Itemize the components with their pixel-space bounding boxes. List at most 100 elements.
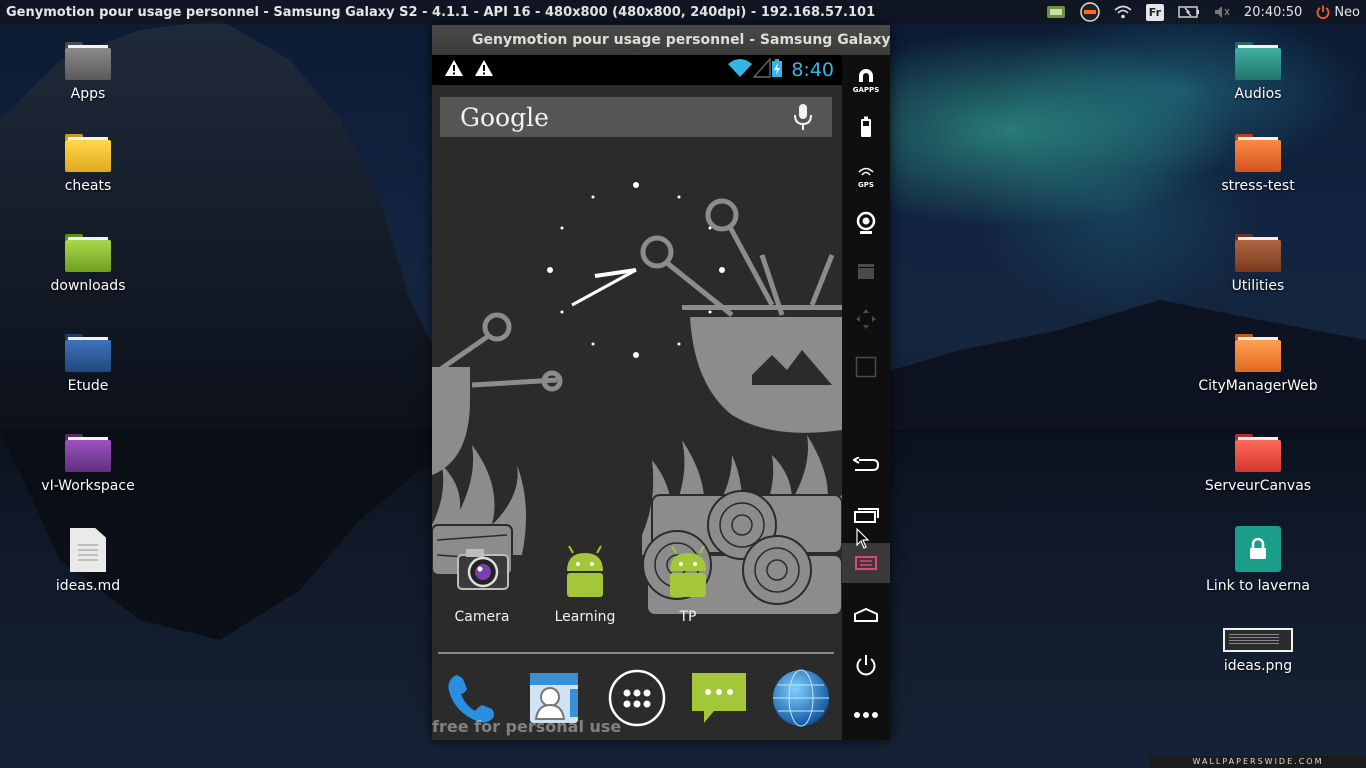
active-window-title: Genymotion pour usage personnel - Samsun… bbox=[6, 4, 876, 20]
window-title: Genymotion pour usage personnel - Samsun… bbox=[472, 32, 890, 48]
clapperboard-icon bbox=[858, 264, 874, 279]
desktop-icon-label: ServeurCanvas bbox=[1204, 478, 1312, 494]
desktop-folder-cheats[interactable]: cheats bbox=[18, 134, 158, 194]
phone-wallpaper-art bbox=[432, 182, 842, 616]
folder-icon bbox=[1235, 234, 1281, 272]
app-shortcut-label: Camera bbox=[454, 609, 510, 625]
wifi-icon[interactable] bbox=[1114, 0, 1132, 24]
desktop-folder-etude[interactable]: Etude bbox=[18, 334, 158, 394]
home-button[interactable] bbox=[842, 595, 890, 635]
messaging-icon[interactable] bbox=[688, 667, 750, 729]
window-titlebar[interactable]: Genymotion pour usage personnel - Samsun… bbox=[432, 25, 890, 55]
image-thumbnail-icon bbox=[1223, 628, 1293, 652]
desktop-file-ideas-png[interactable]: ideas.png bbox=[1188, 628, 1328, 674]
desktop-icon-label: stress-test bbox=[1221, 178, 1295, 194]
keyboard-layout-indicator[interactable]: Fr bbox=[1145, 0, 1164, 24]
status-icons: 8:40 bbox=[727, 55, 834, 85]
desktop-folder-citymanagerweb[interactable]: CityManagerWeb bbox=[1188, 334, 1328, 394]
folder-icon bbox=[65, 334, 111, 372]
cell-signal-icon bbox=[752, 57, 772, 82]
webcam-icon bbox=[856, 211, 876, 234]
camera-icon bbox=[452, 541, 512, 601]
status-clock: 8:40 bbox=[791, 59, 834, 81]
desktop-icon-label: ideas.md bbox=[55, 578, 121, 594]
power-icon[interactable] bbox=[1316, 0, 1330, 24]
device-id-widget-button[interactable] bbox=[842, 347, 890, 387]
desktop-icon-label: Link to laverna bbox=[1206, 578, 1310, 594]
mouse-cursor-icon bbox=[856, 528, 870, 549]
desktop-icon-label: CityManagerWeb bbox=[1198, 378, 1318, 394]
user-menu[interactable]: Neo bbox=[1334, 0, 1360, 24]
power-icon bbox=[856, 655, 876, 676]
desktop-icon-label: Audios bbox=[1234, 86, 1282, 102]
folder-icon bbox=[65, 234, 111, 272]
battery-icon[interactable] bbox=[1178, 0, 1200, 24]
top-panel: Genymotion pour usage personnel - Samsun… bbox=[0, 0, 1366, 24]
microphone-icon[interactable] bbox=[792, 103, 814, 135]
wifi-signal-icon bbox=[727, 58, 753, 82]
desktop-icon-label: Utilities bbox=[1231, 278, 1285, 294]
menu-icon bbox=[855, 556, 877, 570]
folder-icon bbox=[1235, 42, 1281, 80]
folder-icon bbox=[1235, 134, 1281, 172]
clock[interactable]: 20:40:50 bbox=[1244, 0, 1302, 24]
lock-icon bbox=[1235, 526, 1281, 572]
battery-icon bbox=[861, 116, 871, 137]
home-icon bbox=[854, 608, 878, 622]
network-indicator-icon[interactable] bbox=[1046, 0, 1066, 24]
more-dots-icon bbox=[854, 712, 878, 718]
app-shortcut-label: Learning bbox=[554, 609, 616, 625]
desktop-icon-label: Apps bbox=[70, 86, 106, 102]
desktop-folder-stress-test[interactable]: stress-test bbox=[1188, 134, 1328, 194]
system-tray: Fr 20:40:50 Neo bbox=[1046, 0, 1366, 24]
warning-icon bbox=[474, 59, 494, 81]
desktop-icon-label: downloads bbox=[50, 278, 126, 294]
android-icon bbox=[658, 541, 718, 601]
volume-icon[interactable] bbox=[1214, 0, 1230, 24]
battery-charging-icon bbox=[771, 58, 783, 82]
app-shortcut-tp[interactable]: TP bbox=[638, 541, 738, 625]
screencast-widget-button[interactable] bbox=[842, 251, 890, 291]
folder-icon bbox=[1235, 434, 1281, 472]
desktop-folder-audios[interactable]: Audios bbox=[1188, 42, 1328, 102]
app-shortcut-learning[interactable]: Learning bbox=[535, 541, 635, 625]
desktop-folder-downloads[interactable]: downloads bbox=[18, 234, 158, 294]
app-shortcut-label: TP bbox=[679, 609, 697, 625]
id-card-icon bbox=[855, 356, 877, 378]
more-options-button[interactable] bbox=[842, 695, 890, 735]
record-indicator-icon[interactable] bbox=[1080, 0, 1100, 24]
folder-icon bbox=[65, 134, 111, 172]
document-icon bbox=[70, 528, 106, 572]
webcam-widget-button[interactable] bbox=[842, 203, 890, 243]
personal-use-watermark: free for personal use bbox=[432, 717, 622, 736]
gapps-button[interactable]: GAPPS bbox=[842, 60, 890, 100]
desktop-icon-label: Etude bbox=[67, 378, 109, 394]
android-screen[interactable]: 8:40 Google Camera Learning TP free for … bbox=[432, 55, 842, 740]
move-arrows-icon bbox=[856, 309, 876, 329]
power-button[interactable] bbox=[842, 645, 890, 685]
folder-icon bbox=[65, 42, 111, 80]
desktop-icon-label: ideas.png bbox=[1223, 658, 1293, 674]
battery-widget-button[interactable] bbox=[842, 107, 890, 147]
desktop-folder-vi-workspace[interactable]: vI-Workspace bbox=[18, 434, 158, 494]
back-button[interactable] bbox=[842, 445, 890, 485]
desktop-folder-utilities[interactable]: Utilities bbox=[1188, 234, 1328, 294]
android-icon bbox=[555, 541, 615, 601]
desktop-folder-apps[interactable]: Apps bbox=[18, 42, 158, 102]
google-search-bar[interactable]: Google bbox=[440, 97, 832, 137]
desktop-file-ideas-md[interactable]: ideas.md bbox=[18, 528, 158, 594]
desktop-icon-label: vI-Workspace bbox=[41, 478, 135, 494]
app-shortcut-camera[interactable]: Camera bbox=[432, 541, 532, 625]
desktop-icon-label: cheats bbox=[64, 178, 112, 194]
browser-icon[interactable] bbox=[770, 667, 832, 729]
recent-apps-icon bbox=[854, 508, 879, 523]
android-status-bar: 8:40 bbox=[432, 55, 842, 85]
desktop-launcher-laverna[interactable]: Link to laverna bbox=[1188, 526, 1328, 594]
folder-icon bbox=[65, 434, 111, 472]
folder-icon bbox=[1235, 334, 1281, 372]
gps-widget-button[interactable]: GPS bbox=[842, 155, 890, 195]
google-logo: Google bbox=[460, 102, 549, 132]
remote-control-widget-button[interactable] bbox=[842, 299, 890, 339]
desktop-folder-serveurcanvas[interactable]: ServeurCanvas bbox=[1188, 434, 1328, 494]
warning-icon bbox=[444, 59, 464, 81]
